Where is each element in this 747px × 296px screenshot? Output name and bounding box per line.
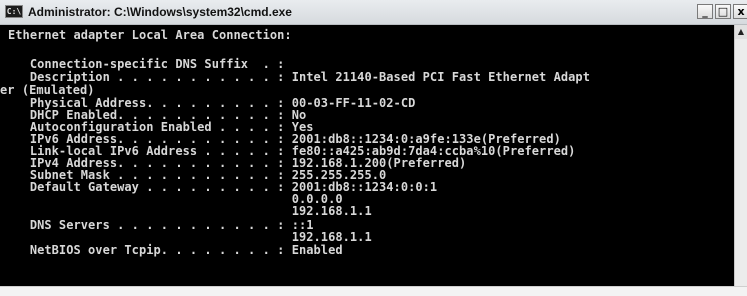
console-line: 192.168.1.1	[8, 230, 372, 244]
vertical-scrollbar[interactable]: ▲	[734, 25, 747, 286]
close-button[interactable]: x	[733, 4, 747, 19]
minimize-button[interactable]: _	[697, 4, 713, 19]
console-line: Description . . . . . . . . . . . : Inte…	[8, 70, 590, 84]
console-line: Ethernet adapter Local Area Connection:	[8, 28, 292, 42]
maximize-button[interactable]: □	[715, 4, 731, 19]
scroll-up-arrow-icon[interactable]: ▲	[735, 25, 747, 39]
console-line: er (Emulated)	[0, 83, 95, 97]
window-title: Administrator: C:\Windows\system32\cmd.e…	[28, 5, 292, 19]
cmd-app-icon[interactable]: C:\	[5, 5, 23, 18]
console-output[interactable]: Ethernet adapter Local Area Connection: …	[0, 25, 734, 286]
window-bottom-edge	[0, 286, 747, 296]
console-line: NetBIOS over Tcpip. . . . . . . . : Enab…	[8, 243, 343, 257]
title-bar[interactable]: C:\ Administrator: C:\Windows\system32\c…	[0, 0, 747, 25]
cmd-window: C:\ Administrator: C:\Windows\system32\c…	[0, 0, 747, 296]
console-line: 192.168.1.1	[8, 204, 372, 218]
console-line: Connection-specific DNS Suffix . :	[8, 57, 285, 71]
window-controls: _ □ x	[695, 4, 747, 20]
